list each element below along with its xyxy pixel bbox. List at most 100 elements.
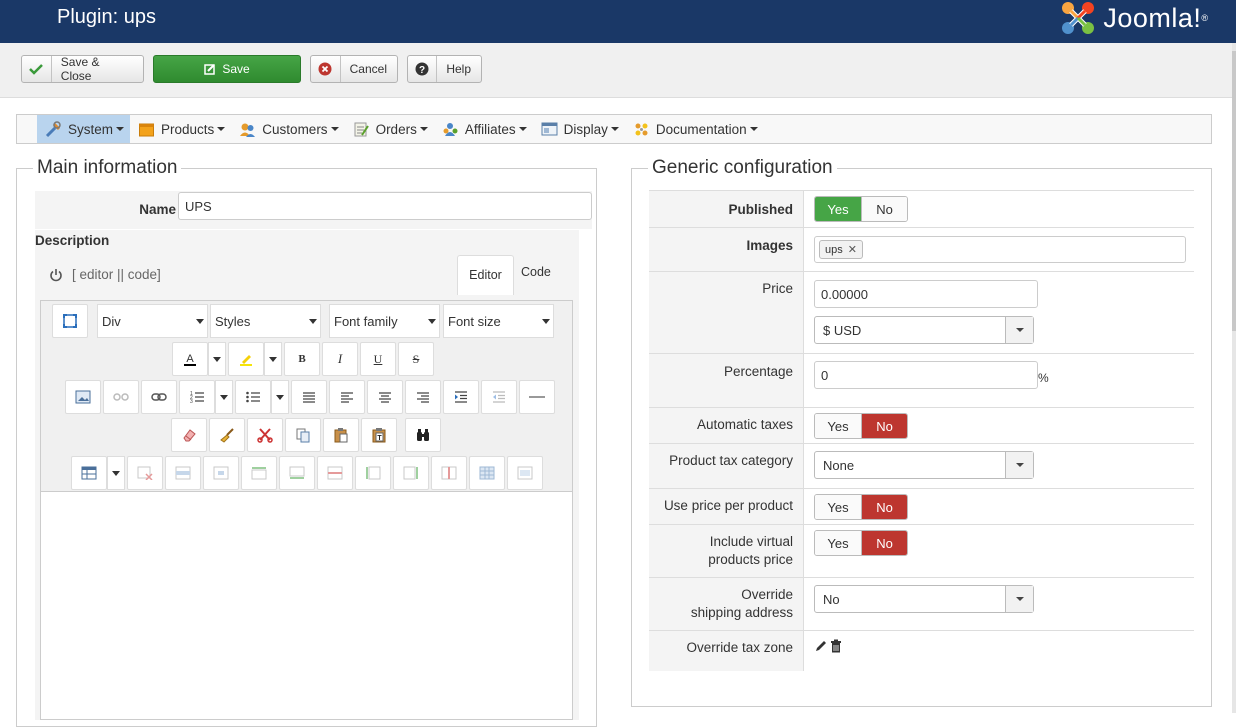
clear-formatting-button[interactable]	[171, 418, 207, 452]
split-cells-button[interactable]	[469, 456, 505, 490]
delete-column-button[interactable]	[431, 456, 467, 490]
text-color-dropdown[interactable]	[208, 342, 226, 376]
find-replace-button[interactable]	[405, 418, 441, 452]
remove-tag-icon[interactable]: ✕	[848, 243, 857, 256]
align-center-button[interactable]	[367, 380, 403, 414]
automatic-taxes-no[interactable]: No	[861, 414, 907, 438]
delete-table-button[interactable]	[127, 456, 163, 490]
save-close-button[interactable]: Save & Close	[21, 55, 144, 83]
currency-select[interactable]: $ USD	[814, 316, 1034, 344]
help-icon: ?	[408, 56, 438, 82]
strikethrough-button[interactable]: S	[398, 342, 434, 376]
unlink-button[interactable]	[103, 380, 139, 414]
menu-affiliates[interactable]: Affiliates	[434, 115, 533, 143]
menu-customers[interactable]: Customers	[231, 115, 344, 143]
trash-icon[interactable]	[830, 639, 842, 656]
merge-cells-button[interactable]	[507, 456, 543, 490]
delete-row-icon	[327, 466, 343, 480]
images-tag-input[interactable]: ups ✕	[814, 236, 1186, 263]
virtual-products-yes[interactable]: Yes	[815, 531, 861, 555]
paste-text-button[interactable]: T	[361, 418, 397, 452]
published-yes[interactable]: Yes	[815, 197, 861, 221]
binoculars-icon	[417, 429, 429, 441]
price-per-product-no[interactable]: No	[861, 495, 907, 519]
indent-button[interactable]	[443, 380, 479, 414]
insert-column-before-button[interactable]	[355, 456, 391, 490]
menu-products-label: Products	[161, 121, 215, 137]
tab-editor[interactable]: Editor	[457, 255, 514, 295]
power-icon[interactable]	[49, 268, 63, 285]
price-per-product-toggle[interactable]: Yes No	[814, 494, 908, 520]
numbered-list-button[interactable]: 123	[179, 380, 215, 414]
text-color-button[interactable]: A	[172, 342, 208, 376]
table-button[interactable]	[71, 456, 107, 490]
align-right-button[interactable]	[405, 380, 441, 414]
font-size-select[interactable]: Font size	[443, 304, 554, 338]
bullet-list-dropdown[interactable]	[271, 380, 289, 414]
published-no[interactable]: No	[861, 197, 907, 221]
styles-select[interactable]: Styles	[210, 304, 321, 338]
percentage-input[interactable]	[814, 361, 1038, 389]
page-scrollbar[interactable]	[1232, 43, 1236, 713]
cleanup-button[interactable]	[209, 418, 245, 452]
automatic-taxes-toggle[interactable]: Yes No	[814, 413, 908, 439]
align-justify-button[interactable]	[291, 380, 327, 414]
editor-code-toggle[interactable]: [ editor || code]	[72, 267, 161, 282]
menu-display[interactable]: Display	[533, 115, 625, 143]
published-toggle[interactable]: Yes No	[814, 196, 908, 222]
bullet-list-button[interactable]	[235, 380, 271, 414]
joomla-logo[interactable]: Joomla! ®	[1059, 0, 1208, 36]
delete-row-button[interactable]	[317, 456, 353, 490]
align-left-button[interactable]	[329, 380, 365, 414]
table-dropdown[interactable]	[107, 456, 125, 490]
cell-properties-button[interactable]	[203, 456, 239, 490]
link-button[interactable]	[141, 380, 177, 414]
highlight-color-button[interactable]	[228, 342, 264, 376]
menu-documentation[interactable]: Documentation	[625, 115, 764, 143]
insert-row-after-button[interactable]	[279, 456, 315, 490]
save-close-label: Save & Close	[60, 55, 100, 83]
automatic-taxes-yes[interactable]: Yes	[815, 414, 861, 438]
virtual-products-toggle[interactable]: Yes No	[814, 530, 908, 556]
outdent-button[interactable]	[481, 380, 517, 414]
joomla-logo-icon	[1062, 2, 1095, 34]
highlight-color-dropdown[interactable]	[264, 342, 282, 376]
editor-content-area[interactable]	[41, 493, 572, 719]
bold-button[interactable]: B	[284, 342, 320, 376]
edit-pencil-icon[interactable]	[814, 639, 828, 656]
tax-category-select[interactable]: None	[814, 451, 1034, 479]
insert-image-button[interactable]	[65, 380, 101, 414]
row-properties-button[interactable]	[165, 456, 201, 490]
numbered-list-dropdown[interactable]	[215, 380, 233, 414]
description-label: Description	[35, 233, 110, 248]
percent-sign: %	[1038, 371, 1049, 385]
italic-button[interactable]: I	[322, 342, 358, 376]
copy-button[interactable]	[285, 418, 321, 452]
help-button[interactable]: ? Help	[407, 55, 482, 83]
save-button[interactable]: Save	[153, 55, 301, 83]
menu-system[interactable]: System	[37, 115, 131, 143]
insert-column-after-button[interactable]	[393, 456, 429, 490]
paste-button[interactable]	[323, 418, 359, 452]
menu-products[interactable]: Products	[130, 115, 231, 143]
underline-button[interactable]: U	[360, 342, 396, 376]
horizontal-rule-icon	[529, 396, 545, 398]
tab-code[interactable]: Code	[521, 265, 551, 279]
insert-row-before-button[interactable]	[241, 456, 277, 490]
horizontal-rule-button[interactable]	[519, 380, 555, 414]
menu-orders[interactable]: Orders	[345, 115, 434, 143]
fullscreen-button[interactable]	[52, 304, 88, 338]
override-shipping-value: No	[823, 591, 840, 607]
virtual-products-no[interactable]: No	[861, 531, 907, 555]
format-select[interactable]: Div	[97, 304, 208, 338]
scrollbar-thumb[interactable]	[1232, 51, 1236, 331]
display-icon	[541, 121, 558, 138]
override-shipping-select[interactable]: No	[814, 585, 1034, 613]
styles-select-value: Styles	[215, 313, 251, 329]
name-input[interactable]	[178, 192, 592, 220]
price-input[interactable]	[814, 280, 1038, 308]
price-per-product-yes[interactable]: Yes	[815, 495, 861, 519]
cancel-button[interactable]: Cancel	[310, 55, 398, 83]
cut-button[interactable]	[247, 418, 283, 452]
font-family-select[interactable]: Font family	[329, 304, 440, 338]
